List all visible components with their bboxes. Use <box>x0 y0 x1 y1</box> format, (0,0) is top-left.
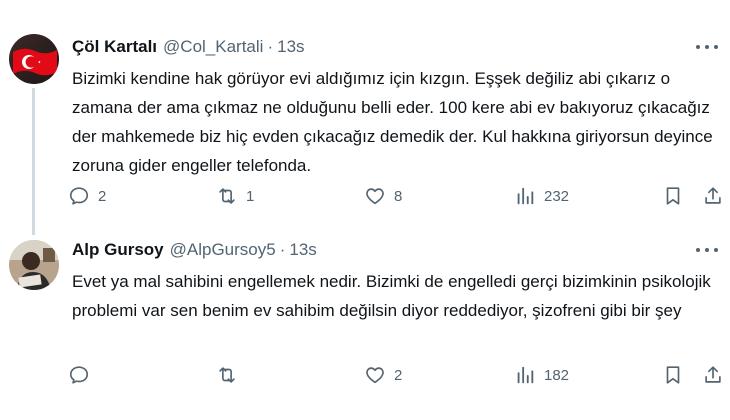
like-count: 8 <box>394 187 403 205</box>
retweet-icon <box>219 188 235 204</box>
retweet-count: 1 <box>246 187 255 205</box>
view-count: 232 <box>544 187 570 205</box>
share-icon <box>705 187 721 204</box>
like-button[interactable]: 2 <box>364 361 402 389</box>
share-button[interactable] <box>702 361 724 389</box>
share-button[interactable] <box>702 182 724 210</box>
retweet-button[interactable]: 1 <box>216 182 254 210</box>
retweet-icon <box>219 367 235 383</box>
tweet-header: Çöl Kartalı @Col_Kartali · 13s <box>72 36 305 58</box>
tweet[interactable]: Alp Gursoy @AlpGursoy5 · 13s Evet ya mal sa… <box>0 235 730 420</box>
like-button[interactable]: 8 <box>364 182 402 210</box>
more-options-icon[interactable] <box>696 38 718 56</box>
reply-button[interactable] <box>68 361 98 389</box>
tweet-text: Evet ya mal sahibini engellemek nedir. B… <box>72 272 711 320</box>
reply-icon <box>69 366 89 384</box>
heart-icon <box>366 367 384 384</box>
tweet-actions: 2 182 <box>68 361 724 389</box>
bookmark-button[interactable] <box>662 361 684 389</box>
bookmark-icon <box>666 366 680 384</box>
timestamp[interactable]: 13s <box>289 240 316 259</box>
person-photo-icon <box>9 240 59 290</box>
avatar[interactable] <box>9 240 59 290</box>
like-count: 2 <box>394 366 403 384</box>
user-handle[interactable]: @Col_Kartali <box>163 37 263 56</box>
views-button[interactable]: 182 <box>514 361 569 389</box>
heart-icon <box>366 188 384 205</box>
retweet-button[interactable] <box>216 361 246 389</box>
tweet[interactable]: Çöl Kartalı @Col_Kartali · 13s Bizimki kend… <box>0 0 730 235</box>
separator-dot: · <box>279 240 286 259</box>
views-button[interactable]: 232 <box>514 182 569 210</box>
separator-dot: · <box>267 37 274 56</box>
display-name[interactable]: Alp Gursoy <box>72 240 164 259</box>
bookmark-icon <box>666 187 680 205</box>
share-icon <box>705 366 721 383</box>
reply-icon <box>69 187 89 205</box>
turkish-flag-icon <box>9 34 59 84</box>
display-name[interactable]: Çöl Kartalı <box>72 37 157 56</box>
tweet-text: Bizimki kendine hak görüyor evi aldığımı… <box>72 69 713 175</box>
reply-button[interactable]: 2 <box>68 182 106 210</box>
more-options-icon[interactable] <box>696 241 718 259</box>
analytics-icon <box>517 187 534 205</box>
user-handle[interactable]: @AlpGursoy5 <box>170 240 276 259</box>
bookmark-button[interactable] <box>662 182 684 210</box>
timestamp[interactable]: 13s <box>277 37 304 56</box>
avatar[interactable] <box>9 34 59 84</box>
analytics-icon <box>517 366 534 384</box>
thread-line <box>32 88 35 235</box>
reply-count: 2 <box>98 187 107 205</box>
view-count: 182 <box>544 366 570 384</box>
tweet-actions: 2 1 8 232 <box>68 182 724 210</box>
tweet-header: Alp Gursoy @AlpGursoy5 · 13s <box>72 239 317 261</box>
